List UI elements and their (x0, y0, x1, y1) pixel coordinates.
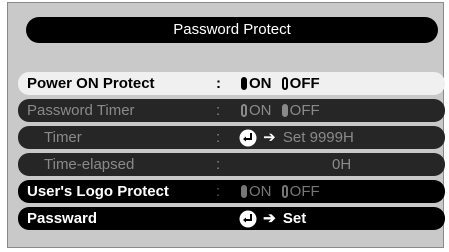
password-label: Passward (27, 210, 98, 227)
power-on-protect-row[interactable]: Power ON Protect : ON OFF (18, 72, 445, 95)
password-row[interactable]: Passward ➔ Set (18, 207, 445, 230)
password-timer-label: Password Timer (27, 102, 135, 119)
arrow-right-icon: ➔ (263, 210, 276, 227)
users-logo-protect-options: ON OFF (241, 180, 326, 205)
separator: : (216, 75, 221, 92)
radio-selected-icon (281, 104, 288, 117)
users-logo-protect-row[interactable]: User's Logo Protect : ON OFF (18, 180, 445, 203)
time-elapsed-label: Time-elapsed (44, 156, 135, 173)
power-on-protect-label: Power ON Protect (27, 75, 155, 92)
password-timer-on-option: ON (241, 99, 272, 122)
password-timer-off-option: OFF (281, 99, 320, 122)
users-logo-protect-label: User's Logo Protect (27, 183, 169, 200)
separator: : (216, 183, 221, 200)
enter-key-icon (239, 129, 257, 147)
users-logo-protect-off-option: OFF (281, 180, 320, 203)
timer-row: Timer : ➔ Set 9999H (18, 126, 445, 149)
menu-title: Password Protect (26, 17, 438, 43)
timer-value: ➔ Set 9999H (239, 126, 354, 149)
radio-selected-icon (241, 77, 247, 90)
users-logo-protect-on-option: ON (241, 180, 272, 203)
separator: : (216, 156, 221, 173)
radio-unselected-icon (281, 77, 288, 90)
power-on-protect-on-option[interactable]: ON (241, 72, 272, 95)
password-timer-options: ON OFF (241, 99, 326, 124)
timer-label: Timer (44, 129, 82, 146)
power-on-protect-off-option[interactable]: OFF (281, 72, 320, 95)
radio-unselected-icon (281, 185, 288, 198)
power-on-protect-options: ON OFF (241, 72, 326, 97)
enter-key-icon (239, 210, 257, 228)
radio-selected-icon (241, 185, 247, 198)
time-elapsed-row: Time-elapsed : 0H (18, 153, 445, 176)
time-elapsed-value: 0H (332, 156, 352, 173)
separator: : (216, 129, 221, 146)
arrow-right-icon: ➔ (263, 129, 276, 146)
password-set-value[interactable]: ➔ Set (239, 207, 306, 230)
password-timer-row: Password Timer : ON OFF (18, 99, 445, 122)
radio-unselected-icon (241, 104, 247, 117)
separator: : (216, 102, 221, 119)
